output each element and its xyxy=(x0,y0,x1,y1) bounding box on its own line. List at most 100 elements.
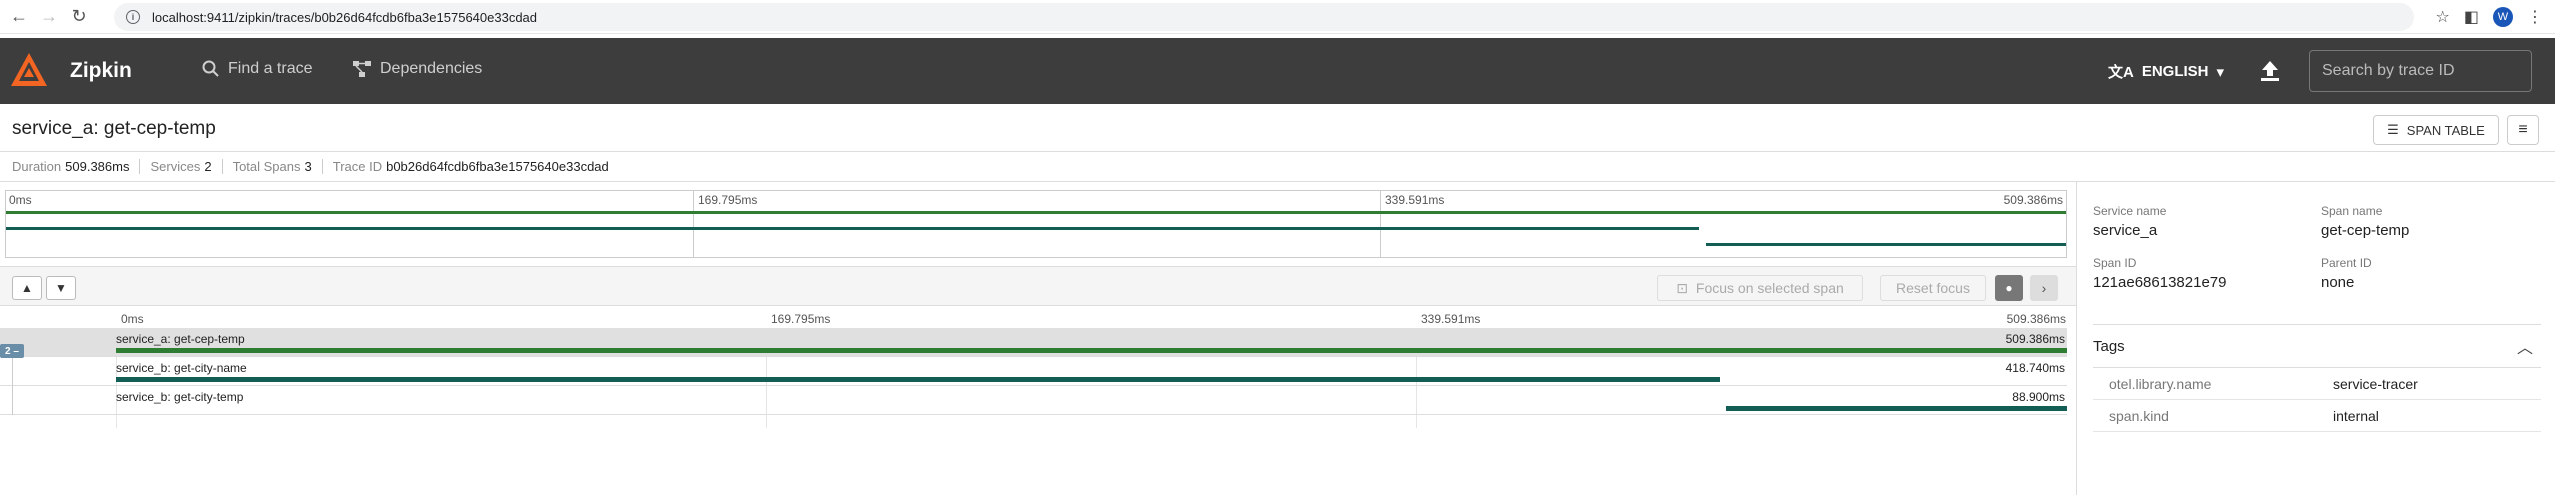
timeline-tick: 169.795ms xyxy=(771,312,831,326)
minimap-tick: 0ms xyxy=(9,193,32,207)
minimap-span-bar xyxy=(6,211,2066,214)
browser-toolbar: ← → ↻ i localhost:9411/zipkin/traces/b0b… xyxy=(0,0,2555,34)
timeline-tick: 509.386ms xyxy=(2006,312,2066,326)
tag-key: otel.library.name xyxy=(2109,376,2212,392)
services-summary: Services 2 xyxy=(150,159,223,174)
tag-row: span.kind internal xyxy=(2093,400,2541,432)
duration-value: 509.386ms xyxy=(65,159,130,174)
span-expander[interactable]: 2 – xyxy=(0,344,24,358)
total-spans-summary: Total Spans 3 xyxy=(233,159,323,174)
span-id-label: Span ID xyxy=(2093,256,2137,270)
reset-focus-label: Reset focus xyxy=(1896,280,1970,296)
duration-summary: Duration 509.386ms xyxy=(12,159,141,174)
tags-title: Tags xyxy=(2093,337,2125,355)
translate-icon: 文A xyxy=(2108,64,2134,81)
address-bar[interactable]: i localhost:9411/zipkin/traces/b0b26d64f… xyxy=(114,3,2414,31)
span-bar xyxy=(1725,406,2067,411)
tag-key: span.kind xyxy=(2109,408,2169,424)
search-icon xyxy=(202,60,219,77)
trace-minimap[interactable]: 0ms 169.795ms 339.591ms 509.386ms xyxy=(5,190,2067,258)
span-bar xyxy=(116,377,1720,382)
site-info-icon[interactable]: i xyxy=(126,10,140,24)
app-header: Zipkin Find a trace Dependencies 文A ENGL… xyxy=(0,38,2555,104)
dependencies-label: Dependencies xyxy=(380,60,483,77)
service-name-value: service_a xyxy=(2093,222,2158,239)
trace-id-search-input[interactable]: Search by trace ID xyxy=(2309,50,2532,92)
span-name-value: get-cep-temp xyxy=(2321,222,2410,239)
browser-menu-icon[interactable]: ⋮ xyxy=(2527,7,2543,27)
back-button[interactable]: ← xyxy=(4,2,34,32)
span-duration: 418.740ms xyxy=(2005,361,2065,375)
span-row[interactable]: service_b: get-city-name 418.740ms xyxy=(0,357,2067,386)
trace-summary: Duration 509.386ms Services 2 Total Spans 3… xyxy=(0,152,2555,182)
chevron-right-icon[interactable]: › xyxy=(2030,275,2058,301)
span-name: service_b: get-city-name xyxy=(116,361,247,375)
span-id-value: 121ae68613821e79 xyxy=(2093,274,2227,291)
find-trace-link[interactable]: Find a trace xyxy=(202,60,312,78)
minimap-tick: 339.591ms xyxy=(1385,193,1445,207)
focus-selected-span-button[interactable]: ⊡ Focus on selected span xyxy=(1657,275,1863,301)
minimap-span-bar xyxy=(1705,243,2066,246)
tree-guide-line xyxy=(12,357,13,415)
minimap-tick: 509.386ms xyxy=(2003,193,2063,207)
reload-button[interactable]: ↻ xyxy=(64,2,94,32)
eye-icon[interactable]: ● xyxy=(1995,275,2023,301)
timeline-ticks: 0ms 169.795ms 339.591ms 509.386ms xyxy=(0,310,2076,328)
trace-id-label: Trace ID xyxy=(332,159,383,174)
chevron-down-icon: ▾ xyxy=(2216,63,2225,81)
upload-icon[interactable] xyxy=(2257,58,2283,84)
timeline-tick: 339.591ms xyxy=(1421,312,1481,326)
zipkin-logo[interactable] xyxy=(8,50,50,92)
span-row[interactable]: service_b: get-city-temp 88.900ms xyxy=(0,386,2067,415)
span-name: service_b: get-city-temp xyxy=(116,390,244,404)
collapse-all-button[interactable]: ▲ xyxy=(12,276,42,300)
brand-name[interactable]: Zipkin xyxy=(70,59,132,83)
list-icon: ☰ xyxy=(2387,122,2399,137)
minimap-span-bar xyxy=(6,227,1700,230)
profile-avatar[interactable]: W xyxy=(2493,7,2513,27)
timeline-controls: ▲ ▼ ⊡ Focus on selected span Reset focus… xyxy=(0,266,2076,306)
parent-id-label: Parent ID xyxy=(2321,256,2372,270)
span-table-label: SPAN TABLE xyxy=(2406,122,2485,138)
tag-value: service-tracer xyxy=(2333,376,2418,392)
span-detail-panel: Service name service_a Span name get-cep… xyxy=(2076,182,2555,495)
menu-icon: ≡ xyxy=(2518,121,2528,138)
timeline-tick: 0ms xyxy=(121,312,144,326)
chevron-up-icon: ︿ xyxy=(2516,340,2533,357)
language-label: ENGLISH xyxy=(2141,63,2209,80)
service-name-label: Service name xyxy=(2093,204,2167,218)
url-text: localhost:9411/zipkin/traces/b0b26d64fcd… xyxy=(152,9,538,25)
dependencies-link[interactable]: Dependencies xyxy=(352,60,482,78)
span-bar xyxy=(116,348,2067,353)
span-table-button[interactable]: ☰ SPAN TABLE xyxy=(2373,115,2499,145)
bookmark-star-icon[interactable]: ☆ xyxy=(2436,7,2450,27)
language-selector[interactable]: 文A ENGLISH ▾ xyxy=(2108,61,2224,82)
timeline-panel: 0ms 169.795ms 339.591ms 509.386ms ▲ ▼ ⊡ … xyxy=(0,182,2076,495)
minimap-tick: 169.795ms xyxy=(698,193,758,207)
span-name: service_a: get-cep-temp xyxy=(116,332,245,346)
side-panel-icon[interactable]: ◧ xyxy=(2464,7,2479,27)
minimap-gridline xyxy=(1380,191,1381,257)
duration-label: Duration xyxy=(12,159,62,174)
hamburger-menu-button[interactable]: ≡ xyxy=(2507,115,2539,145)
services-label: Services xyxy=(150,159,201,174)
total-spans-label: Total Spans xyxy=(232,159,301,174)
tag-row: otel.library.name service-tracer xyxy=(2093,368,2541,400)
expand-all-button[interactable]: ▼ xyxy=(46,276,76,300)
total-spans-value: 3 xyxy=(304,159,312,174)
span-name-label: Span name xyxy=(2321,204,2383,218)
page-title: service_a: get-cep-temp xyxy=(12,118,216,139)
dependencies-icon xyxy=(353,61,371,77)
trace-id-search-placeholder: Search by trace ID xyxy=(2322,62,2455,79)
focus-label: Focus on selected span xyxy=(1695,280,1844,296)
tag-value: internal xyxy=(2333,408,2379,424)
tags-section-header[interactable]: Tags ︿ xyxy=(2093,324,2541,368)
services-value: 2 xyxy=(204,159,212,174)
trace-id-summary: Trace ID b0b26d64fcdb6fba3e1575640e33cdad xyxy=(333,159,619,174)
span-duration: 88.900ms xyxy=(2012,390,2065,404)
find-trace-label: Find a trace xyxy=(228,60,313,77)
reset-focus-button[interactable]: Reset focus xyxy=(1880,275,1986,301)
focus-icon: ⊡ xyxy=(1676,279,1688,296)
span-row[interactable]: service_a: get-cep-temp 509.386ms xyxy=(0,328,2067,357)
forward-button[interactable]: → xyxy=(34,2,64,32)
